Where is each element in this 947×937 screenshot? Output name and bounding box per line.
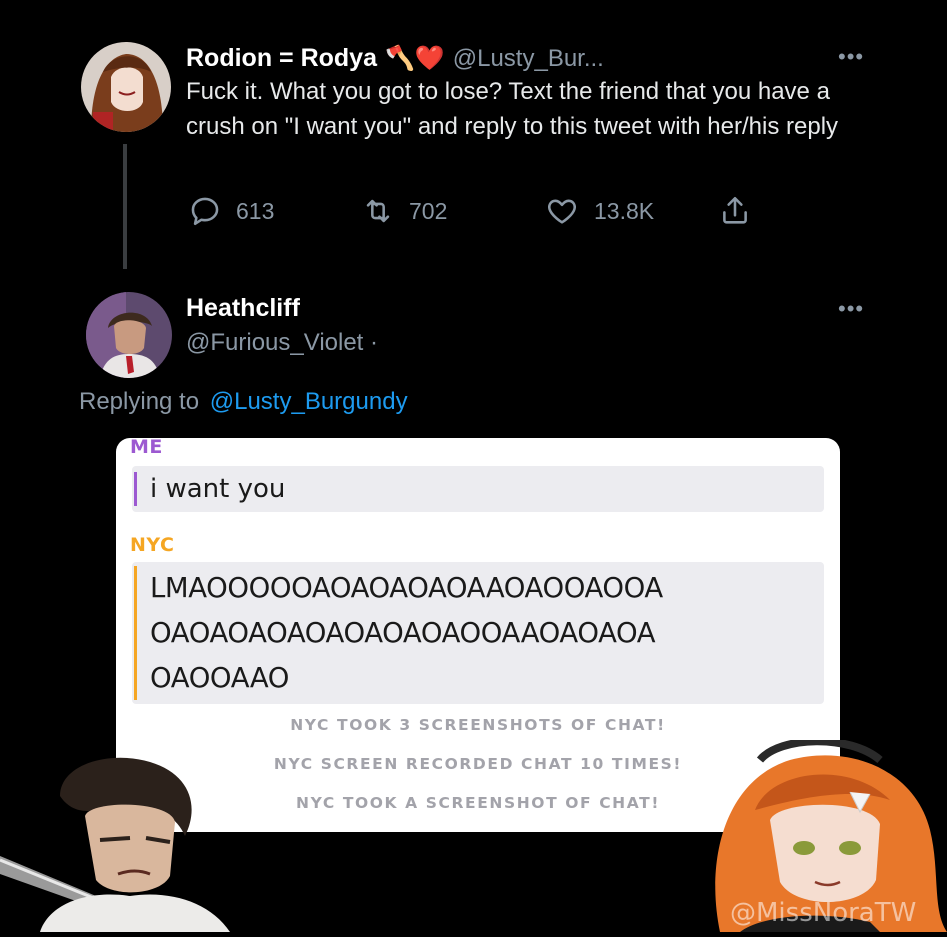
character-art-left xyxy=(0,756,250,932)
reply-icon xyxy=(191,197,219,226)
original-tweet-text: Fuck it. What you got to lose? Text the … xyxy=(186,78,839,140)
reply-button[interactable]: 613 xyxy=(188,194,274,228)
screenshot-notice: NYC TOOK 3 SCREENSHOTS OF CHAT! xyxy=(290,716,666,734)
sender-label-nyc: NYC xyxy=(130,534,175,556)
reply-more-options-icon[interactable]: ••• xyxy=(838,296,864,322)
heart-icon xyxy=(548,199,576,224)
nyc-accent-bar xyxy=(134,566,137,700)
message-nyc-text: LMAOOOOOAOAOAOAOAAOAOOAOOA OAOAOAOAOAOAO… xyxy=(150,566,663,701)
author-name[interactable]: Rodion = Rodya xyxy=(186,44,377,73)
reply-author-name[interactable]: Heathcliff xyxy=(186,294,378,323)
avatar-rodion[interactable] xyxy=(81,42,171,132)
more-options-icon[interactable]: ••• xyxy=(838,44,864,70)
share-button[interactable] xyxy=(718,194,752,228)
reply-tweet-header: Heathcliff @Furious_Violet · xyxy=(186,294,378,357)
retweet-icon xyxy=(366,199,390,223)
original-tweet-header: Rodion = Rodya 🪓❤️ @Lusty_Bur... xyxy=(186,44,604,73)
reply-author-handle[interactable]: @Furious_Violet · xyxy=(186,329,378,357)
message-nyc-line: OAOOAAO xyxy=(150,662,290,694)
like-count: 13.8K xyxy=(594,197,655,224)
author-name-emojis: 🪓❤️ xyxy=(384,45,445,72)
watermark: @MissNoraTW xyxy=(730,898,917,928)
replying-to-line: Replying to @Lusty_Burgundy xyxy=(79,388,408,416)
reply-count: 613 xyxy=(236,197,275,224)
message-me: i want you xyxy=(132,466,824,512)
replying-to-handle-link[interactable]: @Lusty_Burgundy xyxy=(210,388,408,415)
me-accent-bar xyxy=(134,472,137,506)
message-me-text: i want you xyxy=(150,474,286,504)
like-button[interactable]: 13.8K xyxy=(544,194,654,228)
retweet-button[interactable]: 702 xyxy=(361,194,447,228)
share-icon xyxy=(723,196,747,224)
replying-to-prefix: Replying to xyxy=(79,388,200,415)
message-nyc: LMAOOOOOAOAOAOAOAAOAOOAOOA OAOAOAOAOAOAO… xyxy=(132,562,824,704)
thread-connector-line xyxy=(123,144,127,269)
retweet-count: 702 xyxy=(409,197,448,224)
message-nyc-line: LMAOOOOOAOAOAOAOAAOAOOAOOA xyxy=(150,572,663,604)
message-nyc-line: OAOAOAOAOAOAOAOAOOAAOAOAOA xyxy=(150,617,656,649)
tweet-actions: 613 702 13.8K xyxy=(186,194,766,230)
sender-label-me: ME xyxy=(130,438,163,458)
avatar-heathcliff[interactable] xyxy=(86,292,172,378)
author-handle[interactable]: @Lusty_Bur... xyxy=(453,45,604,73)
